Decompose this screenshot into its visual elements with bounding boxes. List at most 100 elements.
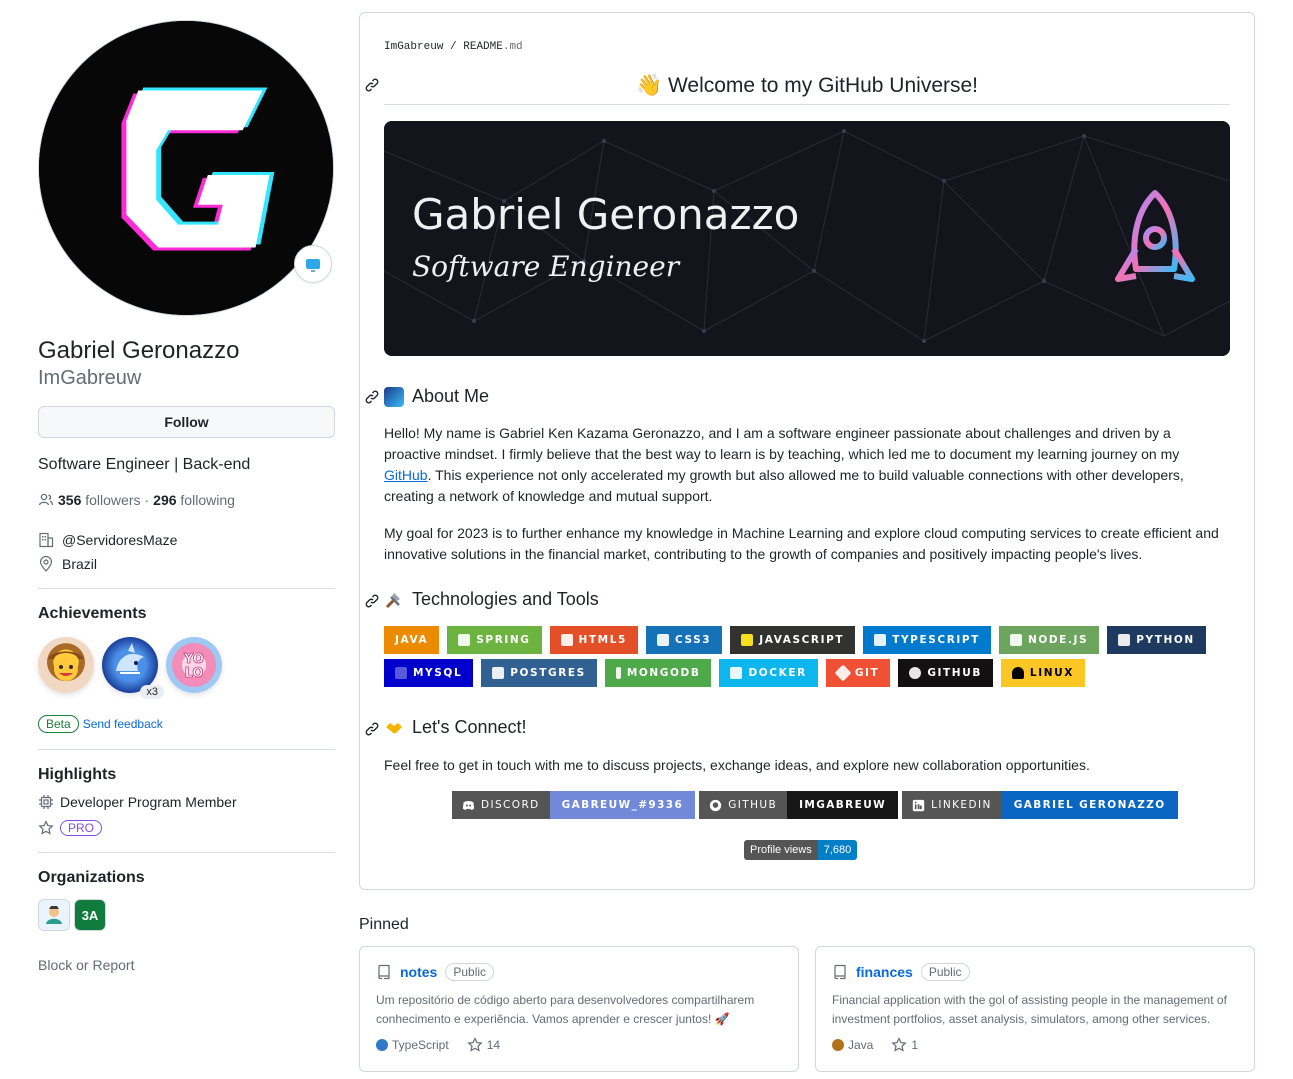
tech-badge-label: POSTGRES bbox=[510, 667, 586, 679]
tech-badge-postgres[interactable]: POSTGRES bbox=[481, 659, 597, 687]
tech-badge-mongodb[interactable]: MONGODB bbox=[604, 659, 712, 687]
tech-badges-row-1: JAVA SPRING HTML5 CSS3 JAVASCRIPT TYPESC… bbox=[384, 626, 1206, 654]
connect-badges: DISCORD GABREUW_#9336 GITHUB IMGABREUW L… bbox=[452, 791, 1178, 819]
tech-badge-linux[interactable]: LINUX bbox=[1000, 659, 1085, 687]
repo-name-link[interactable]: notes bbox=[400, 964, 437, 980]
tech-badge-nodejs[interactable]: NODE.JS bbox=[998, 626, 1100, 654]
about-heading: About Me bbox=[384, 386, 489, 407]
achievements-title: Achievements bbox=[38, 605, 147, 622]
highlights-section: Highlights Developer Program Member PRO bbox=[38, 766, 335, 836]
linkedin-badge[interactable]: LINKEDIN GABRIEL GERONAZZO bbox=[902, 791, 1178, 819]
tech-badge-github[interactable]: GITHUB bbox=[898, 659, 993, 687]
achievement-badges: x3 YO LO bbox=[38, 637, 335, 699]
divider bbox=[38, 852, 335, 853]
discord-badge-value: GABREUW_#9336 bbox=[549, 791, 696, 819]
profile-details: @ServidoresMaze Brazil bbox=[38, 532, 335, 572]
github-badge[interactable]: GITHUB IMGABREUW bbox=[699, 791, 899, 819]
star-count: 1 bbox=[911, 1038, 919, 1052]
repo-description: Financial application with the gol of as… bbox=[832, 993, 1227, 1026]
banner-role: Software Engineer bbox=[412, 250, 681, 283]
discord-badge[interactable]: DISCORD GABREUW_#9336 bbox=[452, 791, 696, 819]
following-count: 296 bbox=[153, 492, 177, 508]
highlights-title: Highlights bbox=[38, 766, 117, 783]
avatar[interactable] bbox=[38, 20, 334, 316]
linkedin-badge-value: GABRIEL GERONAZZO bbox=[1001, 791, 1178, 819]
link-icon[interactable] bbox=[364, 593, 380, 609]
profile-bio: Software Engineer | Back-end bbox=[38, 456, 251, 473]
stats-separator: · bbox=[144, 492, 150, 508]
tech-badge-label: PYTHON bbox=[1136, 634, 1195, 646]
organizations-title: Organizations bbox=[38, 869, 145, 886]
computer-icon bbox=[306, 259, 320, 272]
git-icon bbox=[834, 664, 852, 682]
developer-program-link[interactable]: Developer Program Member bbox=[60, 794, 237, 810]
followers-link[interactable]: 356 followers bbox=[58, 492, 141, 508]
html5-icon bbox=[560, 634, 573, 646]
readme-path: ImGabreuw / README.md bbox=[384, 41, 523, 53]
repo-name-link[interactable]: finances bbox=[856, 964, 913, 980]
tech-badge-label: GITHUB bbox=[927, 667, 982, 679]
python-icon bbox=[1118, 634, 1131, 646]
language-label: Java bbox=[848, 1038, 874, 1052]
tech-badge-docker[interactable]: DOCKER bbox=[719, 659, 818, 687]
about-paragraph-1: Hello! My name is Gabriel Ken Kazama Ger… bbox=[384, 423, 1230, 507]
company-link[interactable]: @ServidoresMaze bbox=[62, 532, 177, 548]
tech-badge-typescript[interactable]: TYPESCRIPT bbox=[863, 626, 991, 654]
shark-achievement-icon[interactable]: x3 bbox=[102, 637, 164, 699]
repo-meta: Java 1 bbox=[832, 1037, 1238, 1053]
beta-label: Beta bbox=[38, 715, 79, 733]
javascript-icon bbox=[741, 634, 754, 646]
send-feedback-link[interactable]: Send feedback bbox=[83, 717, 163, 731]
link-icon[interactable] bbox=[364, 77, 380, 93]
block-or-report-link[interactable]: Block or Report bbox=[38, 957, 335, 973]
about-emoji-icon bbox=[384, 386, 404, 407]
docker-icon bbox=[730, 667, 743, 679]
tech-heading: Technologies and Tools bbox=[384, 589, 599, 610]
postgres-icon bbox=[492, 667, 505, 679]
following-link[interactable]: 296 following bbox=[153, 492, 235, 508]
tech-badge-git[interactable]: GIT bbox=[825, 659, 891, 687]
link-icon[interactable] bbox=[364, 389, 380, 405]
achievements-section: Achievements x3 YO LO Beta Send feedback bbox=[38, 605, 335, 733]
svg-text:YO: YO bbox=[183, 652, 204, 667]
tech-badge-css3[interactable]: CSS3 bbox=[645, 626, 723, 654]
repo-meta: TypeScript 14 bbox=[376, 1037, 782, 1053]
location-icon bbox=[39, 556, 53, 572]
follow-button[interactable]: Follow bbox=[38, 406, 335, 438]
tech-badge-html5[interactable]: HTML5 bbox=[549, 626, 638, 654]
tech-badge-javascript[interactable]: JAVASCRIPT bbox=[730, 626, 856, 654]
yolo-achievement-icon[interactable]: YO LO bbox=[166, 637, 222, 693]
readme-path-user[interactable]: ImGabreuw bbox=[384, 41, 443, 53]
cowboy-achievement-icon[interactable] bbox=[38, 637, 94, 693]
tech-badge-java[interactable]: JAVA bbox=[384, 626, 440, 654]
constellation-banner: Gabriel Geronazzo Software Engineer bbox=[384, 121, 1230, 356]
github-link[interactable]: GitHub bbox=[384, 467, 428, 483]
readme-path-file: README bbox=[463, 41, 503, 53]
organization-avatar-maze[interactable] bbox=[38, 899, 70, 931]
profile-login: ImGabreuw bbox=[38, 367, 142, 389]
tech-badge-python[interactable]: PYTHON bbox=[1107, 626, 1206, 654]
repo-language: Java bbox=[832, 1038, 873, 1052]
repo-stars-link[interactable]: 14 bbox=[467, 1037, 500, 1053]
status-emoji[interactable] bbox=[294, 245, 332, 283]
svg-text:LO: LO bbox=[185, 666, 204, 681]
tech-badge-label: JAVASCRIPT bbox=[759, 634, 845, 646]
pinned-repo-header: notes Public bbox=[376, 963, 782, 981]
organization-list: 3A bbox=[38, 899, 335, 931]
github-badge-value: IMGABREUW bbox=[787, 791, 899, 819]
divider bbox=[38, 749, 335, 750]
star-icon bbox=[891, 1037, 908, 1052]
organizations-section: Organizations 3A bbox=[38, 869, 335, 931]
organization-avatar-3a[interactable]: 3A bbox=[74, 899, 106, 931]
character-icon bbox=[46, 906, 62, 924]
repo-stars-link[interactable]: 1 bbox=[891, 1037, 918, 1053]
link-icon[interactable] bbox=[364, 721, 380, 737]
banner-name: Gabriel Geronazzo bbox=[412, 190, 799, 239]
readme-path-ext: .md bbox=[502, 41, 523, 53]
tech-badge-spring[interactable]: SPRING bbox=[447, 626, 542, 654]
about-title: About Me bbox=[412, 386, 490, 406]
pro-label: PRO bbox=[60, 820, 103, 836]
follow-stats: 356 followers · 296 following bbox=[38, 492, 335, 508]
profile-views-count: 7,680 bbox=[817, 840, 858, 860]
tech-badge-mysql[interactable]: MYSQL bbox=[384, 659, 474, 687]
